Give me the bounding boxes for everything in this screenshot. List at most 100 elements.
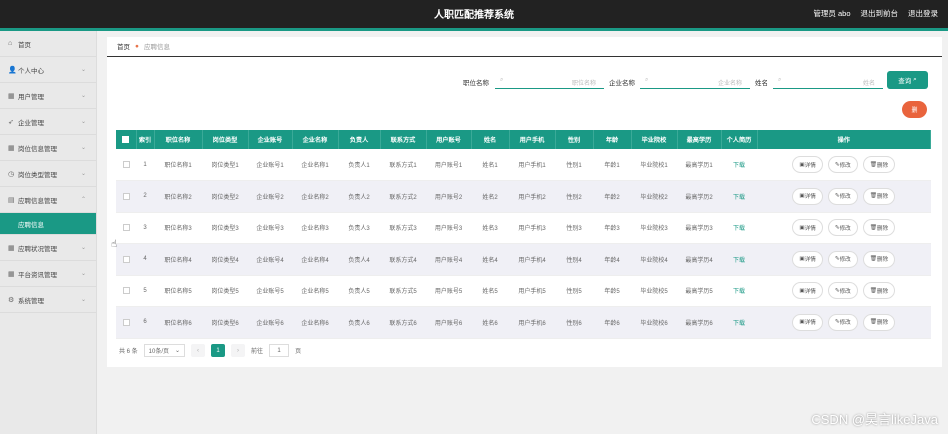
- row-checkbox-cell[interactable]: [116, 180, 136, 213]
- table-cell: 姓名2: [471, 180, 509, 213]
- sidebar-item-application-status[interactable]: ▦ 应聘状况管理 ⌄: [0, 235, 96, 261]
- row-checkbox-cell[interactable]: [116, 275, 136, 307]
- input-placeholder: 职位名称: [571, 81, 596, 87]
- sidebar-item-label: 个人中心: [18, 67, 44, 75]
- delete-button[interactable]: 🗑 删除: [862, 187, 896, 205]
- gear-icon: ⚙: [8, 296, 15, 304]
- sidebar-item-job-type[interactable]: ◷ 岗位类型管理 ⌄: [0, 161, 96, 187]
- delete-button[interactable]: 🗑 删除: [862, 156, 896, 173]
- edit-button[interactable]: ✎ 修改: [827, 156, 858, 173]
- input-placeholder: 企业名称: [717, 81, 742, 87]
- edit-button[interactable]: ✎ 修改: [827, 250, 858, 268]
- row-checkbox[interactable]: [122, 287, 130, 295]
- sidebar-item-company-management[interactable]: ➶ 企业管理 ⌄: [0, 109, 96, 135]
- sidebar-item-home[interactable]: ⌂ 首页: [0, 31, 96, 57]
- search-button[interactable]: 查询 ⌕: [887, 71, 928, 89]
- sidebar-item-user-management[interactable]: ▦ 用户管理 ⌄: [0, 83, 96, 109]
- resume-download-link[interactable]: 下载: [721, 180, 757, 213]
- edit-button[interactable]: ✎ 修改: [827, 313, 858, 331]
- select-all-checkbox[interactable]: [122, 135, 130, 143]
- table-cell: 最高学历5: [677, 275, 721, 307]
- table-row: 1 职位名称1 岗位类型1 企业账号1 企业名称1 负责人1 联系方式1 用户账号1 姓名1 用户…: [116, 149, 931, 181]
- table-row: 5 职位名称5 岗位类型5 企业账号5 企业名称5 负责人5 联系方式5 用户账号5 姓名5 用户…: [116, 275, 931, 307]
- row-checkbox[interactable]: [122, 224, 130, 232]
- delete-button[interactable]: 🗑 删除: [862, 313, 896, 331]
- clock-icon: ◷: [8, 170, 15, 178]
- table-cell: 联系方式1: [380, 149, 426, 181]
- table-cell: 年龄3: [593, 212, 631, 244]
- table-cell: 4: [136, 243, 154, 276]
- job-title-search-input[interactable]: ⌕ 职位名称: [495, 74, 604, 89]
- actions-cell: ▣ 详情 ✎ 修改 🗑 删除: [757, 149, 931, 181]
- page-number-button[interactable]: 1: [211, 344, 226, 357]
- table-cell: 毕业院校1: [631, 149, 677, 181]
- row-checkbox-cell[interactable]: [116, 149, 136, 181]
- breadcrumb-home[interactable]: 首页: [117, 41, 130, 51]
- resume-download-link[interactable]: 下载: [721, 149, 757, 181]
- row-checkbox[interactable]: [122, 318, 130, 326]
- detail-button[interactable]: ▣ 详情: [792, 282, 823, 300]
- table-cell: 联系方式6: [380, 306, 426, 339]
- actions-cell: ▣ 详情 ✎ 修改 🗑 删除: [757, 243, 931, 276]
- table-cell: 联系方式2: [380, 180, 426, 213]
- table-cell: 企业名称4: [292, 243, 338, 276]
- edit-button[interactable]: ✎ 修改: [827, 282, 858, 300]
- page-size-value: 10条/页: [148, 349, 170, 355]
- detail-button[interactable]: ▣ 详情: [792, 313, 823, 331]
- sidebar-item-label: 首页: [18, 41, 31, 49]
- table-cell: 用户手机4: [509, 243, 555, 276]
- resume-download-link[interactable]: 下载: [721, 275, 757, 307]
- action-label: 删除: [876, 288, 889, 295]
- send-icon: ➶: [8, 118, 14, 126]
- row-checkbox-cell[interactable]: [116, 212, 136, 244]
- select-all-checkbox-cell[interactable]: [116, 130, 137, 149]
- column-header: 用户账号: [426, 130, 472, 149]
- detail-button[interactable]: ▣ 详情: [792, 187, 823, 205]
- table-cell: 企业账号6: [248, 306, 292, 339]
- edit-button[interactable]: ✎ 修改: [827, 187, 858, 205]
- name-search-input[interactable]: ⌕ 姓名: [773, 74, 883, 89]
- column-header: 负责人: [338, 130, 381, 149]
- sidebar-item-personal-center[interactable]: 👤 个人中心 ⌄: [0, 57, 96, 83]
- action-label: 修改: [839, 320, 851, 327]
- back-to-front-link[interactable]: 退出到前台: [861, 8, 899, 19]
- table-cell: 用户账号1: [426, 149, 471, 181]
- sidebar-item-platform-news[interactable]: ▦ 平台资讯管理 ⌄: [0, 261, 96, 287]
- row-checkbox[interactable]: [122, 255, 130, 263]
- sidebar-item-label: 应聘信息管理: [18, 197, 57, 205]
- sidebar-item-job-info[interactable]: ▦ 岗位信息管理 ⌄: [0, 135, 96, 161]
- edit-button[interactable]: ✎ 修改: [827, 219, 858, 237]
- detail-button[interactable]: ▣ 详情: [792, 250, 823, 268]
- resume-download-link[interactable]: 下载: [721, 306, 757, 339]
- logout-link[interactable]: 退出登录: [908, 8, 938, 19]
- row-checkbox[interactable]: [122, 192, 130, 200]
- sidebar-item-application-management[interactable]: ▤ 应聘信息管理 ⌃: [0, 187, 96, 213]
- resume-download-link[interactable]: 下载: [721, 212, 757, 244]
- action-label: 修改: [839, 162, 851, 169]
- goto-page-input[interactable]: 1: [269, 344, 290, 357]
- sidebar-item-system-management[interactable]: ⚙ 系统管理 ⌄: [0, 287, 96, 313]
- sidebar-item-label: 岗位信息管理: [18, 145, 57, 153]
- resume-download-link[interactable]: 下载: [721, 243, 757, 276]
- table-cell: 岗位类型5: [202, 275, 248, 307]
- detail-button[interactable]: ▣ 详情: [792, 219, 823, 237]
- prev-page-button[interactable]: ‹: [191, 344, 206, 357]
- trash-icon: 🗑: [869, 161, 877, 168]
- detail-button[interactable]: ▣ 详情: [792, 156, 823, 173]
- table-cell: 最高学历6: [677, 306, 721, 339]
- chevron-down-icon: ⌄: [80, 297, 86, 303]
- company-name-search-input[interactable]: ⌕ 企业名称: [640, 74, 750, 89]
- row-checkbox-cell[interactable]: [116, 243, 136, 276]
- table-cell: 用户手机2: [509, 180, 555, 213]
- delete-button[interactable]: 🗑 删除: [862, 250, 896, 268]
- batch-delete-button[interactable]: 删: [902, 101, 927, 118]
- page-size-select[interactable]: 10条/页 ⌄: [143, 344, 186, 357]
- table-cell: 毕业院校6: [631, 306, 677, 339]
- row-checkbox-cell[interactable]: [116, 306, 136, 339]
- table-cell: 毕业院校3: [631, 212, 677, 244]
- delete-button[interactable]: 🗑 删除: [862, 219, 896, 237]
- delete-button[interactable]: 🗑 删除: [862, 282, 896, 300]
- row-checkbox[interactable]: [122, 160, 130, 168]
- sidebar-item-application-info[interactable]: 应聘信息: [0, 213, 96, 235]
- next-page-button[interactable]: ›: [231, 344, 246, 357]
